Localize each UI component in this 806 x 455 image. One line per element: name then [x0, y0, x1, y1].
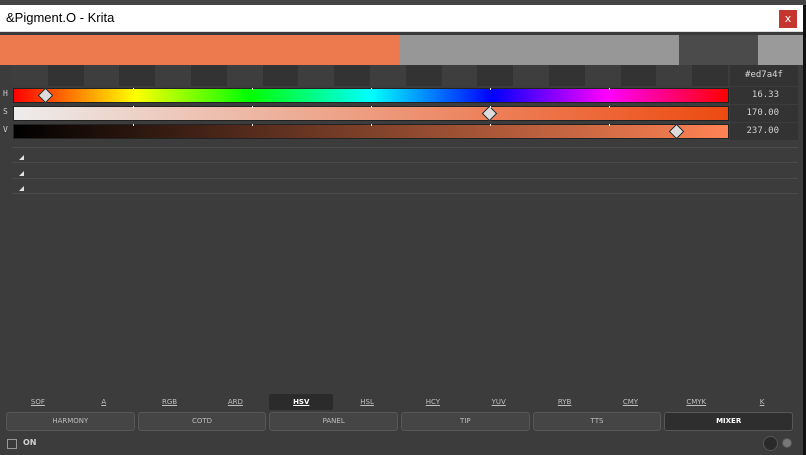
value-value-input[interactable]: 237.00 — [730, 123, 798, 140]
mode-tab-k[interactable]: K — [730, 394, 794, 410]
checker-cell — [334, 65, 370, 86]
panel-buttons: HARMONY COTD PANEL TIP TTS MIXER — [5, 412, 795, 432]
mixer-button[interactable]: MIXER — [664, 412, 793, 431]
value-slider[interactable] — [13, 123, 729, 140]
checker-cell — [155, 65, 191, 86]
value-label: V — [3, 125, 8, 134]
slider-tick — [252, 124, 253, 126]
on-label: ON — [23, 438, 37, 447]
on-checkbox[interactable] — [7, 439, 17, 449]
tts-button[interactable]: TTS — [532, 412, 662, 431]
close-icon: x — [784, 12, 792, 25]
saturation-slider-handle[interactable] — [481, 105, 498, 122]
value-slider-handle[interactable] — [669, 123, 685, 140]
option-dot-icon[interactable] — [782, 438, 792, 448]
mode-tab-ard[interactable]: ARD — [204, 394, 268, 410]
checker-cell — [441, 65, 478, 86]
saturation-slider-row: S 170.00 — [0, 105, 803, 122]
mode-tab-hsl[interactable]: HSL — [335, 394, 399, 410]
expand-triangle-icon[interactable] — [19, 171, 24, 176]
checker-cell — [191, 65, 227, 86]
checker-cell — [47, 65, 84, 86]
checker-cell — [513, 65, 549, 86]
mode-tab-rgb[interactable]: RGB — [138, 394, 202, 410]
color-swatch-bar — [0, 35, 803, 65]
checker-cell — [262, 65, 299, 86]
checker-cell — [83, 65, 120, 86]
hue-slider-handle[interactable] — [37, 87, 54, 104]
saturation-slider[interactable] — [13, 105, 729, 122]
slider-tick — [371, 88, 372, 90]
slider-tick — [609, 88, 610, 90]
slider-tick — [371, 124, 372, 126]
hex-input[interactable]: #ed7a4f — [730, 65, 798, 86]
divider — [12, 178, 798, 179]
checker-cell — [226, 65, 263, 86]
checker-cell — [119, 65, 156, 86]
background-swatch[interactable] — [758, 35, 803, 65]
cotd-button[interactable]: COTD — [137, 412, 267, 431]
color-mode-tabs: SOF A RGB ARD HSV HSL HCY YUV RYB CMY CMYK K — [5, 394, 795, 410]
checker-cell — [298, 65, 335, 86]
checker-cell — [405, 65, 442, 86]
hue-slider-row: H 16.33 — [0, 87, 803, 104]
mode-tab-sof[interactable]: SOF — [6, 394, 70, 410]
checker-cell — [12, 65, 48, 86]
previous-color-swatch[interactable] — [399, 35, 679, 65]
saturation-value-input[interactable]: 170.00 — [730, 105, 798, 122]
foreground-swatch[interactable] — [679, 35, 758, 65]
current-color-swatch[interactable] — [0, 35, 399, 65]
mode-tab-yuv[interactable]: YUV — [467, 394, 531, 410]
checker-cell — [549, 65, 585, 86]
harmony-button[interactable]: HARMONY — [6, 412, 135, 431]
slider-tick — [609, 106, 610, 108]
checker-cell — [692, 65, 728, 86]
mode-tab-ryb[interactable]: RYB — [533, 394, 597, 410]
checker-cell — [620, 65, 657, 86]
slider-tick — [490, 88, 491, 90]
slider-tick — [252, 88, 253, 90]
slider-tick — [609, 124, 610, 126]
pigmento-panel: #ed7a4f H 16.33 S 170.00 V 237.00 SOF A RG… — [0, 65, 803, 455]
tip-button[interactable]: TIP — [401, 412, 530, 431]
mode-tab-a[interactable]: A — [72, 394, 136, 410]
hue-label: H — [3, 89, 8, 98]
divider — [12, 193, 798, 194]
expand-triangle-icon[interactable] — [19, 155, 24, 160]
slider-tick — [133, 124, 134, 126]
slider-tick — [371, 106, 372, 108]
window-titlebar: &Pigment.O - Krita x — [0, 5, 803, 32]
hue-value-input[interactable]: 16.33 — [730, 87, 798, 104]
divider — [12, 147, 798, 148]
checker-cell — [477, 65, 514, 86]
slider-tick — [490, 124, 491, 126]
saturation-label: S — [3, 107, 8, 116]
slider-tick — [490, 106, 491, 108]
panel-button[interactable]: PANEL — [269, 412, 398, 431]
settings-dot-icon[interactable] — [763, 436, 778, 451]
slider-tick — [252, 106, 253, 108]
checker-cell — [656, 65, 693, 86]
slider-tick — [133, 106, 134, 108]
close-button[interactable]: x — [779, 10, 797, 28]
alpha-checker-strip — [12, 65, 728, 86]
value-slider-row: V 237.00 — [0, 123, 803, 140]
divider — [12, 162, 798, 163]
slider-tick — [133, 88, 134, 90]
hue-slider[interactable] — [13, 87, 729, 104]
mode-tab-hsv[interactable]: HSV — [269, 394, 334, 410]
mode-tab-cmyk[interactable]: CMYK — [664, 394, 728, 410]
checker-cell — [370, 65, 406, 86]
window-title: &Pigment.O - Krita — [6, 10, 115, 25]
checker-cell — [584, 65, 621, 86]
status-row: ON — [0, 433, 803, 455]
mode-tab-cmy[interactable]: CMY — [599, 394, 663, 410]
mode-tab-hcy[interactable]: HCY — [401, 394, 465, 410]
expand-triangle-icon[interactable] — [19, 186, 24, 191]
